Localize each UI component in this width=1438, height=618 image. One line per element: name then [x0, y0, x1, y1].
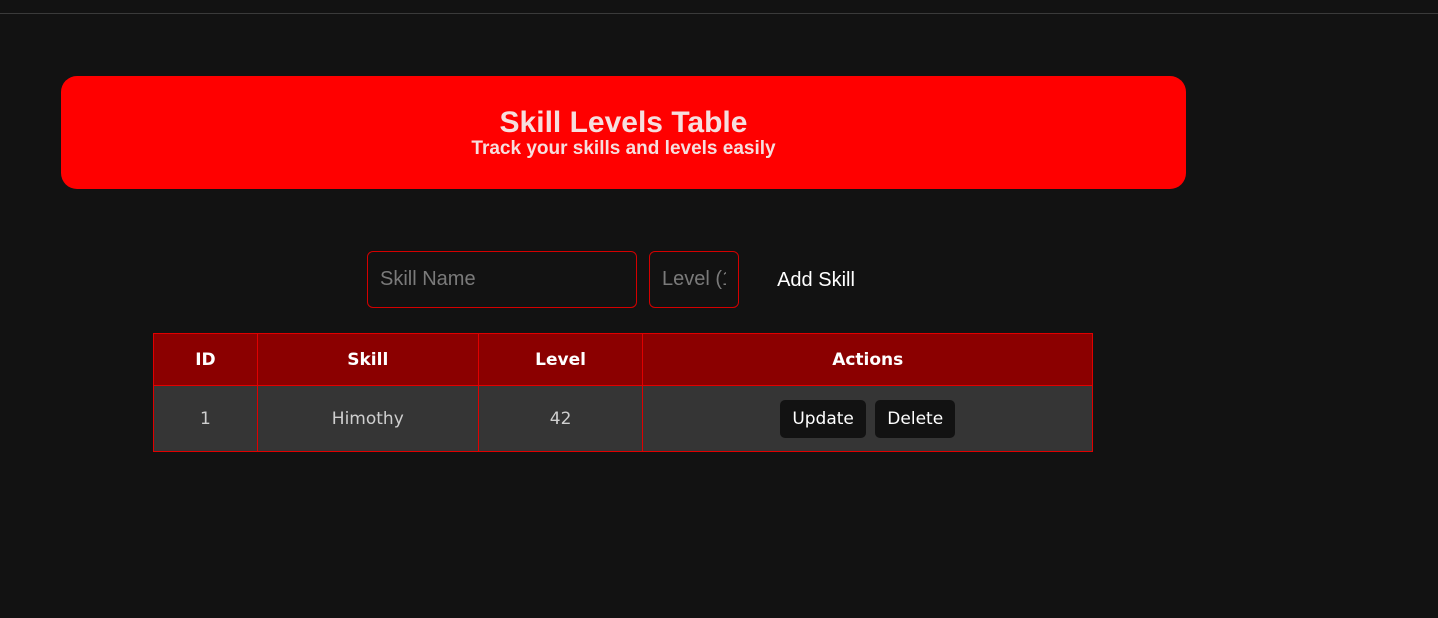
level-input[interactable] [649, 251, 739, 308]
cell-skill: Himothy [256, 385, 479, 452]
table-row: 1 Himothy 42 Update Delete [153, 385, 1093, 452]
column-header-level: Level [477, 333, 644, 386]
page-title: Skill Levels Table [499, 106, 748, 139]
top-divider [0, 13, 1438, 14]
update-button[interactable]: Update [780, 399, 866, 438]
add-skill-button[interactable]: Add Skill [764, 258, 868, 302]
cell-id: 1 [153, 385, 258, 452]
column-header-actions: Actions [642, 333, 1093, 386]
column-header-id: ID [153, 333, 258, 386]
delete-button[interactable]: Delete [875, 399, 956, 438]
skill-name-input[interactable] [367, 251, 637, 308]
table-header-row: ID Skill Level Actions [153, 333, 1093, 386]
header-banner: Skill Levels Table Track your skills and… [61, 76, 1186, 189]
page-subtitle: Track your skills and levels easily [471, 138, 776, 159]
column-header-skill: Skill [256, 333, 479, 386]
cell-level: 42 [477, 385, 644, 452]
skills-table: ID Skill Level Actions 1 Himothy 42 Upda… [153, 333, 1093, 452]
cell-actions: Update Delete [642, 385, 1093, 452]
